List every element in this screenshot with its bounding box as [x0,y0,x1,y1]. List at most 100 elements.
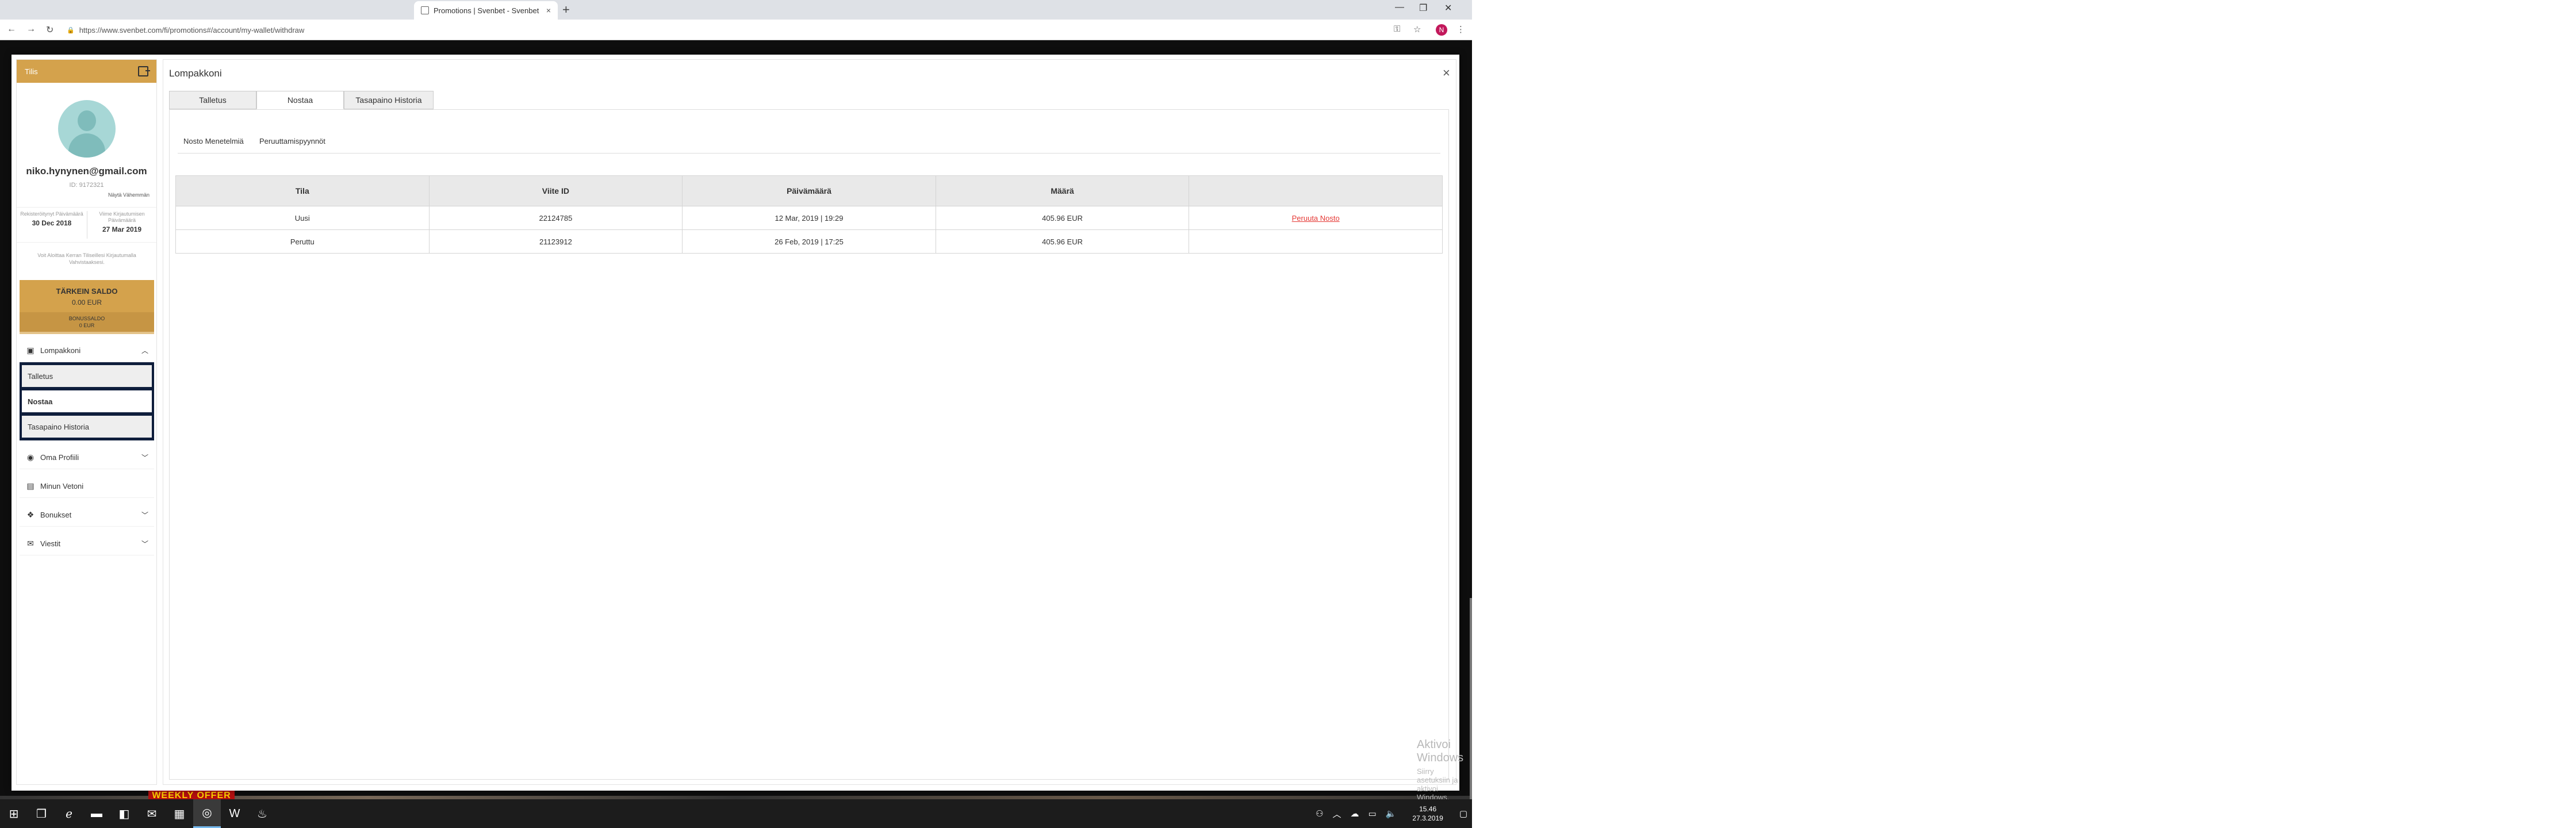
sidebar-item-wallet[interactable]: ▣ Lompakkoni ︿ [20,339,154,362]
store-icon[interactable]: ◧ [110,799,138,828]
reload-icon[interactable]: ↻ [46,24,53,36]
browser-tab-title: Promotions | Svenbet - Svenbet [434,6,539,15]
show-less-link[interactable]: Näytä Vähemmän [108,192,150,198]
browser-toolbar: ← → ↻ 🔒 https://www.svenbet.com/fi/promo… [0,20,1472,40]
forward-icon[interactable]: → [26,24,36,34]
cell-reference-id: 22124785 [428,206,683,230]
browser-tab-close-icon[interactable]: × [546,6,551,15]
mail-icon[interactable]: ✉ [138,799,166,828]
display-icon[interactable]: ▭ [1368,808,1377,819]
action-center-icon[interactable]: ▢ [1459,808,1467,819]
cell-date: 12 Mar, 2019 | 19:29 [682,206,936,230]
sidebar-item-wallet-label: Lompakkoni [40,346,81,355]
chevron-down-icon: ﹀ [141,511,148,519]
cell-action [1189,229,1443,254]
column-header-status: Tila [175,175,430,206]
tab-balance-history[interactable]: Tasapaino Historia [344,91,434,109]
system-tray: ⚇ ︿ ☁ ▭ 🔈 15.46 27.3.2019 ▢ [1311,799,1472,828]
file-explorer-icon[interactable]: ▬ [83,799,110,828]
browser-tab[interactable]: Promotions | Svenbet - Svenbet × [414,1,558,20]
bonus-balance-box: BONUSSALDO 0 EUR [20,312,154,334]
page-title: Lompakkoni [169,68,222,79]
word-icon[interactable]: W [221,799,248,828]
back-icon[interactable]: ← [7,24,16,34]
cell-amount: 405.96 EUR [935,229,1190,254]
windows-taskbar: ⊞ ❒ ℯ ▬ ◧ ✉ ▦ ◎ W ♨ ⚇ ︿ ☁ ▭ 🔈 15.46 27.3… [0,799,1472,828]
sidebar-item-messages-label: Viestit [40,539,61,548]
media-app-icon[interactable]: ▦ [166,799,193,828]
cancel-withdrawal-link[interactable]: Peruuta Nosto [1292,214,1340,223]
table-row: Peruttu 21123912 26 Feb, 2019 | 17:25 40… [175,229,1443,254]
cell-date: 26 Feb, 2019 | 17:25 [682,229,936,254]
wallet-tabs: Talletus Nostaa Tasapaino Historia [169,91,1449,110]
account-sidebar: Tilis niko.hynynen@gmail.com ID: 9172321… [16,59,157,785]
sidebar-item-bets[interactable]: ▤ Minun Vetoni [20,475,154,498]
bookmark-star-icon[interactable]: ☆ [1413,24,1421,34]
last-login-date-value: 27 Mar 2019 [102,225,142,233]
people-icon[interactable]: ⚇ [1316,808,1323,819]
tray-chevron-up-icon[interactable]: ︿ [1333,808,1341,820]
user-id: ID: 9172321 [69,182,104,189]
logout-icon[interactable] [138,66,150,76]
system-clock[interactable]: 15.46 27.3.2019 [1412,804,1443,823]
table-row: Uusi 22124785 12 Mar, 2019 | 19:29 405.9… [175,206,1443,230]
bonus-balance-value: 0 EUR [79,323,95,328]
main-balance-title: TÄRKEIN SALDO [56,287,118,296]
wallet-submenu: Talletus Nostaa Tasapaino Historia [20,362,154,440]
network-icon[interactable]: ☁ [1351,808,1359,819]
sidebar-subitem-balance-history[interactable]: Tasapaino Historia [22,416,152,438]
activate-windows-title: Aktivoi Windows [1417,738,1464,764]
window-restore-icon[interactable]: ❐ [1419,2,1427,14]
account-modal: Tilis niko.hynynen@gmail.com ID: 9172321… [12,55,1463,802]
sidebar-item-bonuses[interactable]: ❖ Bonukset ﹀ [20,504,154,527]
last-login-date-label: Viime Kirjautumisen Päivämäärä [99,211,145,223]
avatar-head-shape [78,110,96,131]
cell-status: Peruttu [175,229,430,254]
column-header-date: Päivämäärä [682,175,936,206]
tab-withdraw[interactable]: Nostaa [256,91,344,109]
browser-tabstrip: Promotions | Svenbet - Svenbet × + — ❐ ✕ [0,0,1472,20]
cell-action: Peruuta Nosto [1189,206,1443,230]
last-login-date: Viime Kirjautumisen Päivämäärä 27 Mar 20… [88,211,156,233]
edge-browser-icon[interactable]: ℯ [55,799,83,828]
subtab-divider [178,153,1440,154]
registered-date: Rekisteröitynyt Päivämäärä 30 Dec 2018 [18,211,86,227]
windows-start-icon[interactable]: ⊞ [0,799,28,828]
cell-reference-id: 21123912 [428,229,683,254]
sidebar-subitem-deposit[interactable]: Talletus [22,365,152,387]
avatar [58,100,116,158]
volume-icon[interactable]: 🔈 [1386,808,1397,819]
window-close-icon[interactable]: ✕ [1444,2,1452,14]
column-header-amount: Määrä [935,175,1190,206]
modal-close-icon[interactable]: × [1443,66,1450,80]
sidebar-item-profile[interactable]: ◉ Oma Profiili ﹀ [20,446,154,469]
chrome-icon[interactable]: ◎ [193,799,221,828]
new-tab-button[interactable]: + [562,3,570,16]
menu-kebab-icon[interactable]: ⋮ [1456,24,1465,34]
address-bar[interactable]: 🔒 https://www.svenbet.com/fi/promotions#… [67,22,1389,37]
gift-icon: ❖ [26,510,34,519]
wallet-content: Lompakkoni × Talletus Nostaa Tasapaino H… [163,59,1463,802]
key-icon[interactable]: ⚿ [1394,24,1400,34]
sidebar-item-bets-label: Minun Vetoni [40,482,84,490]
subtab-withdraw-methods[interactable]: Nosto Menetelmiä [183,137,244,145]
registered-date-value: 30 Dec 2018 [32,219,72,227]
sidebar-item-profile-label: Oma Profiili [40,453,79,462]
window-minimize-icon[interactable]: — [1395,2,1404,13]
tab-deposit[interactable]: Talletus [169,91,256,109]
main-balance-value: 0.00 EUR [71,298,102,306]
steam-icon[interactable]: ♨ [248,799,276,828]
sidebar-item-messages[interactable]: ✉ Viestit ﹀ [20,532,154,555]
withdraw-panel: Nosto Menetelmiä Peruuttamispyynnöt Tila… [169,109,1449,780]
column-header-action [1189,175,1443,206]
sidebar-subitem-withdraw[interactable]: Nostaa [22,390,152,412]
cell-status: Uusi [175,206,430,230]
chevron-up-icon: ︿ [141,347,148,355]
task-view-icon[interactable]: ❒ [28,799,55,828]
clock-date: 27.3.2019 [1412,814,1443,822]
profile-avatar[interactable]: N [1436,24,1447,36]
cell-amount: 405.96 EUR [935,206,1190,230]
subtab-cancellation-requests[interactable]: Peruuttamispyynnöt [259,137,325,145]
clock-time: 15.46 [1419,805,1437,813]
page-scrollbar[interactable] [1470,598,1472,799]
